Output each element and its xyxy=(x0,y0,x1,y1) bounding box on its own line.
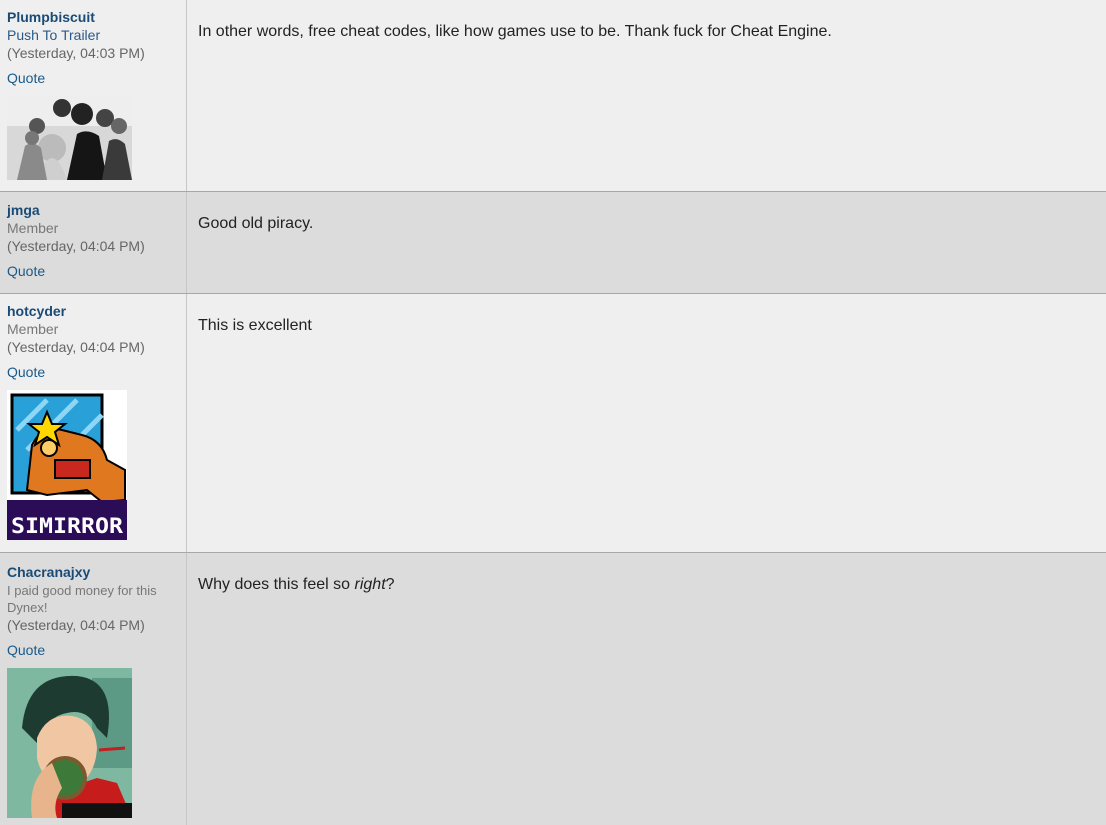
username-link[interactable]: hotcyder xyxy=(7,302,186,321)
user-avatar xyxy=(7,96,132,180)
quote-link[interactable]: Quote xyxy=(7,69,45,88)
avatar-lettering: SIMIRROR xyxy=(11,514,123,538)
post-message: Good old piracy. xyxy=(198,215,314,232)
user-avatar xyxy=(7,668,132,818)
quote-link[interactable]: Quote xyxy=(7,262,45,281)
quote-link[interactable]: Quote xyxy=(7,363,45,382)
quote-link[interactable]: Quote xyxy=(7,641,45,660)
post-message: This is excellent xyxy=(198,317,312,334)
user-title: Member xyxy=(7,321,59,337)
username-link[interactable]: Plumpbiscuit xyxy=(7,8,186,27)
user-title: Member xyxy=(7,220,59,236)
user-title: I paid good money for this Dynex! xyxy=(7,583,157,615)
post: Chacranajxy I paid good money for this D… xyxy=(0,553,1106,825)
message-emphasis: right xyxy=(354,576,386,593)
post-timestamp: (Yesterday, 04:03 PM) xyxy=(7,45,145,61)
post: hotcyder Member (Yesterday, 04:04 PM) Qu… xyxy=(0,294,1106,553)
post-timestamp: (Yesterday, 04:04 PM) xyxy=(7,238,145,254)
post-author-panel: Chacranajxy I paid good money for this D… xyxy=(0,553,187,825)
message-text: Why does this feel so xyxy=(198,576,355,593)
post-timestamp: (Yesterday, 04:04 PM) xyxy=(7,339,145,355)
post-message: In other words, free cheat codes, like h… xyxy=(198,23,832,40)
post: Plumpbiscuit Push To Trailer (Yesterday,… xyxy=(0,0,1106,192)
post-thread: Plumpbiscuit Push To Trailer (Yesterday,… xyxy=(0,0,1106,825)
post-author-panel: hotcyder Member (Yesterday, 04:04 PM) Qu… xyxy=(0,294,187,552)
post-author-panel: jmga Member (Yesterday, 04:04 PM) Quote xyxy=(0,192,187,293)
post-timestamp: (Yesterday, 04:04 PM) xyxy=(7,617,145,633)
user-title: Push To Trailer xyxy=(7,27,101,43)
post: jmga Member (Yesterday, 04:04 PM) Quote … xyxy=(0,192,1106,294)
username-link[interactable]: jmga xyxy=(7,201,186,220)
post-author-panel: Plumpbiscuit Push To Trailer (Yesterday,… xyxy=(0,0,187,191)
username-link[interactable]: Chacranajxy xyxy=(7,563,186,582)
post-message: Why does this feel so right? xyxy=(187,553,1106,825)
message-text-end: ? xyxy=(385,576,395,593)
user-avatar: SIMIRROR xyxy=(7,390,127,540)
